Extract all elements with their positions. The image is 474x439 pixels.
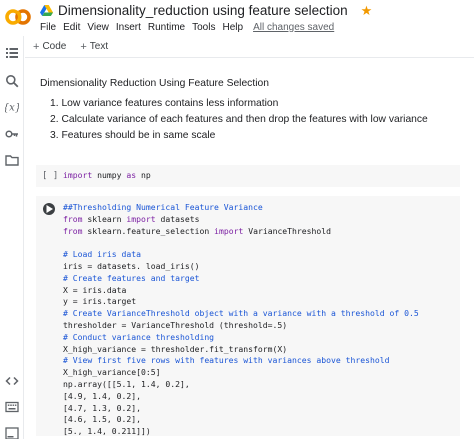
code-snippets-icon[interactable] (3, 372, 20, 389)
cell-toolbar: + Code + Text (25, 36, 474, 58)
menu-insert[interactable]: Insert (116, 22, 141, 33)
code-token: datasets (155, 213, 200, 224)
code-token: sklearn (82, 213, 127, 224)
header: Dimensionality_reduction using feature s… (0, 0, 474, 36)
title-row: Dimensionality_reduction using feature s… (40, 2, 372, 19)
svg-text:{x}: {x} (5, 102, 19, 113)
code-line: ##Thresholding Numerical Feature Varianc… (63, 202, 263, 212)
colab-logo-icon[interactable] (5, 6, 31, 28)
code-line: [4.7, 1.3, 0.2], (63, 402, 141, 413)
code-token: import (126, 213, 156, 224)
text-cell-list: 1. Low variance features contains less i… (50, 96, 470, 144)
menu-file[interactable]: File (40, 22, 56, 33)
text-cell-heading: Dimensionality Reduction Using Feature S… (40, 78, 269, 89)
code-line: # Conduct variance thresholding (63, 331, 215, 342)
code-cell-import[interactable]: [ ] import numpy as np (36, 165, 460, 187)
code-line: X_high_variance = thresholder.fit_transf… (63, 343, 288, 354)
plus-icon: + (33, 40, 40, 53)
left-sidebar: {x} (0, 36, 24, 439)
code-editor[interactable]: import numpy as np (63, 170, 151, 182)
code-line: [4.6, 1.5, 0.2], (63, 414, 141, 425)
command-palette-icon[interactable] (3, 398, 20, 415)
code-line: [5., 1.4, 0.211]]) (63, 426, 151, 437)
code-token: sklearn.feature_selection (82, 225, 215, 236)
list-item: 2. Calculate variance of each features a… (50, 114, 428, 125)
code-token: import (63, 170, 93, 180)
code-token: from (63, 225, 83, 236)
code-line: # Create features and target (63, 272, 200, 283)
add-code-label: Code (42, 41, 67, 52)
search-icon[interactable] (3, 72, 20, 89)
folder-icon[interactable] (3, 151, 20, 168)
code-line: X_high_variance[0:5] (63, 367, 161, 378)
code-line: y = iris.target (63, 296, 137, 307)
plus-icon: + (80, 40, 87, 53)
code-token: from (63, 213, 83, 224)
text-cell[interactable]: Dimensionality Reduction Using Feature S… (40, 78, 460, 141)
save-status-link[interactable]: All changes saved (253, 22, 334, 33)
menu-runtime[interactable]: Runtime (148, 22, 185, 33)
code-line: iris = datasets. load_iris() (63, 260, 200, 271)
list-item: 1. Low variance features contains less i… (50, 98, 279, 109)
star-icon[interactable]: ★ (361, 4, 373, 17)
menu-tools[interactable]: Tools (192, 22, 215, 33)
variables-icon[interactable]: {x} (3, 98, 20, 115)
menu-view[interactable]: View (87, 22, 109, 33)
code-cell-variance-threshold[interactable]: ##Thresholding Numerical Feature Varianc… (36, 196, 460, 436)
code-token: import (214, 225, 244, 236)
run-cell-button[interactable] (43, 203, 55, 215)
code-line: np.array([[5.1, 1.4, 0.2], (63, 378, 190, 389)
code-token: np (136, 170, 151, 180)
code-line: [4.9, 1.4, 0.2], (63, 390, 141, 401)
code-line: X = iris.data (63, 284, 127, 295)
code-line: # Create VarianceThreshold object with a… (63, 308, 419, 319)
add-code-button[interactable]: + Code (33, 41, 66, 53)
terminal-icon[interactable] (3, 424, 20, 439)
menu-help[interactable]: Help (222, 22, 243, 33)
notebook-title[interactable]: Dimensionality_reduction using feature s… (58, 3, 348, 18)
code-line: # Load iris data (63, 249, 141, 260)
drive-icon (40, 5, 53, 16)
code-token: VarianceThreshold (243, 225, 332, 236)
code-token: as (126, 170, 137, 180)
code-editor[interactable]: ##Thresholding Numerical Feature Varianc… (63, 202, 419, 438)
code-token: numpy (92, 170, 127, 180)
add-text-button[interactable]: + Text (80, 41, 108, 53)
key-icon[interactable] (3, 125, 20, 142)
menu-edit[interactable]: Edit (63, 22, 80, 33)
list-item: 3. Features should be in same scale (50, 130, 216, 141)
code-line: thresholder = VarianceThreshold (thresho… (63, 319, 288, 330)
table-of-contents-icon[interactable] (3, 44, 20, 61)
cell-run-prompt[interactable]: [ ] (42, 171, 58, 181)
play-icon (46, 205, 53, 213)
add-text-label: Text (89, 41, 109, 52)
code-line: # View first five rows with features wit… (63, 355, 390, 366)
menu-bar: File Edit View Insert Runtime Tools Help… (40, 20, 334, 34)
